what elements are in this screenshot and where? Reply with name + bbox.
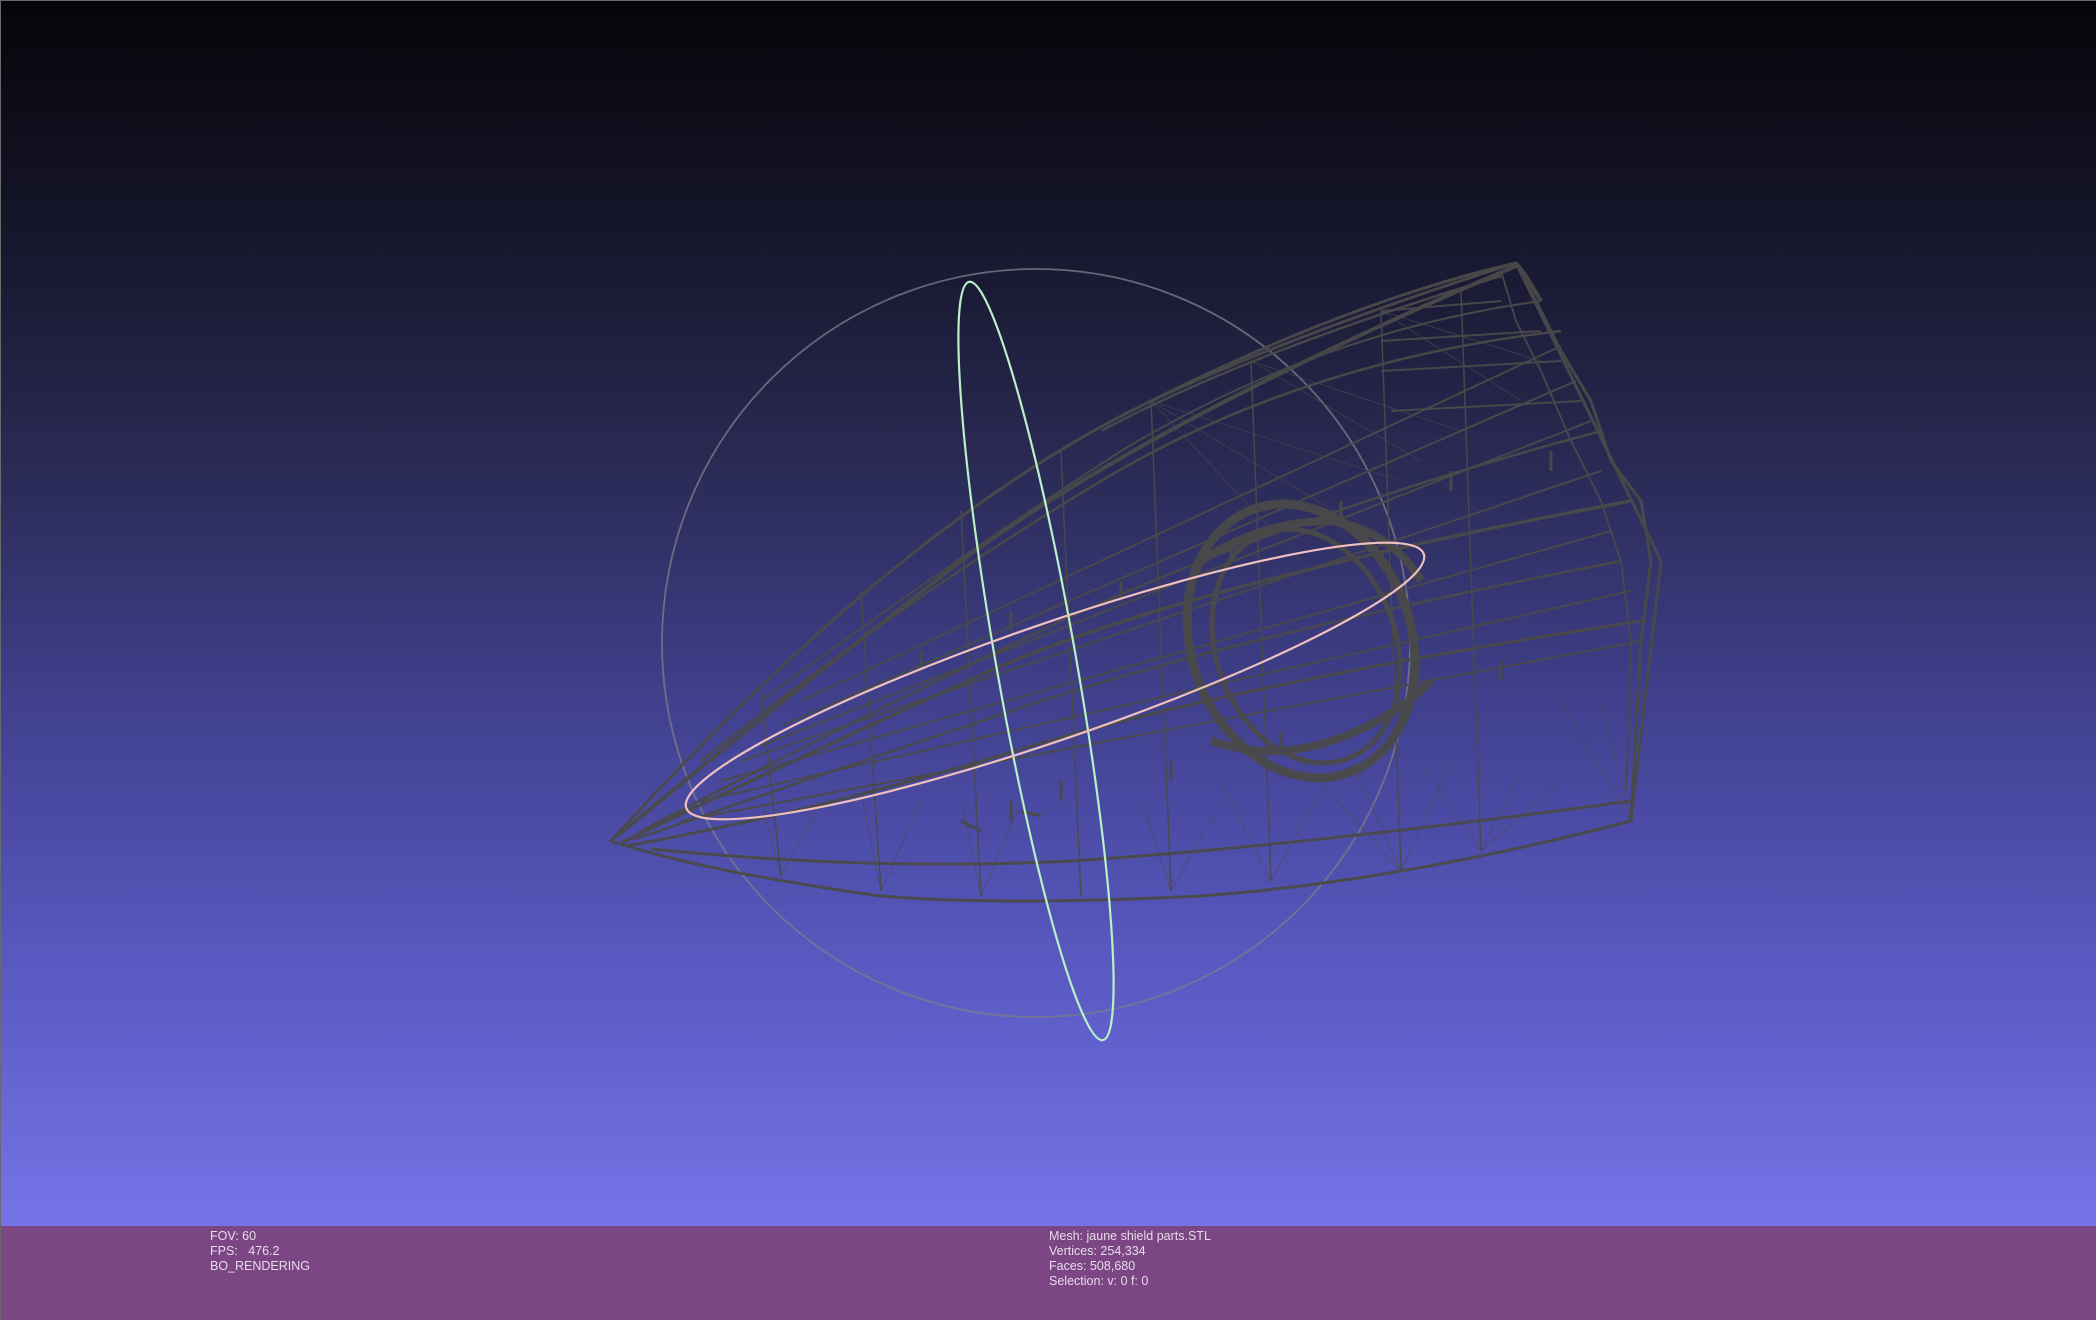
render-mode-label: BO_RENDERING	[210, 1259, 311, 1273]
render-info-panel: FOV: 60 FPS: 476.2 BO_RENDERING	[210, 1229, 310, 1274]
vertices-label: Vertices: 254,334	[1049, 1244, 1146, 1258]
mesh-render-canvas	[608, 261, 1663, 1042]
mesh-info-panel: Mesh: jaune shield parts.STL Vertices: 2…	[1049, 1229, 1211, 1289]
trackball-gray-circle	[661, 268, 1411, 1018]
fps-label: FPS: 476.2	[210, 1244, 280, 1258]
3d-viewport[interactable]	[0, 0, 2096, 1226]
mesh-name-label: Mesh: jaune shield parts.STL	[1049, 1229, 1211, 1243]
wireframe-mesh	[608, 261, 1663, 903]
selection-label: Selection: v: 0 f: 0	[1049, 1274, 1149, 1288]
status-info-bar: FOV: 60 FPS: 476.2 BO_RENDERING Mesh: ja…	[0, 1226, 2096, 1320]
trackball-pink-circle	[684, 541, 1426, 821]
fov-label: FOV: 60	[210, 1229, 257, 1243]
faces-label: Faces: 508,680	[1049, 1259, 1136, 1273]
